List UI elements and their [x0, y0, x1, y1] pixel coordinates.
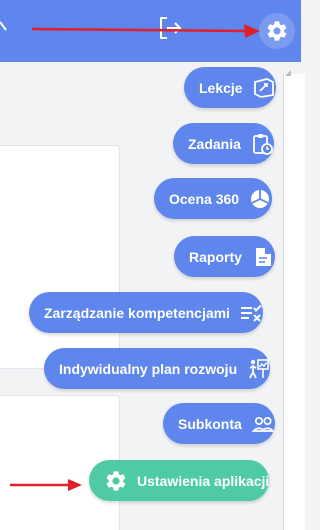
annotation-arrow [10, 479, 82, 491]
menu-panel [283, 74, 305, 530]
partial-icon [0, 21, 7, 31]
annotation-arrow [31, 24, 260, 38]
menu-item-raporty[interactable]: Raporty [174, 236, 275, 277]
menu-item-ocena-360[interactable]: Ocena 360 [154, 178, 273, 219]
menu-item-label: Ustawienia aplikacji [137, 472, 270, 489]
menu-item-subkonta[interactable]: Subkonta [163, 403, 275, 444]
menu-item-label: Raporty [189, 248, 242, 265]
menu-item-label: Subkonta [178, 415, 242, 432]
users-icon [251, 416, 275, 432]
menu-item-zadania[interactable]: Zadania [173, 123, 274, 164]
menu-item-label: Zarządzanie kompetencjami [44, 304, 230, 321]
gear-icon [106, 470, 126, 491]
menu-item-indywidualny-plan-rozwoju[interactable]: Indywidualny plan rozwoju [44, 348, 271, 389]
menu-item-label: Ocena 360 [169, 190, 240, 207]
pie-chart-icon [251, 189, 270, 208]
content-card [0, 145, 120, 369]
menu-item-label: Zadania [188, 135, 241, 152]
menu-item-ustawienia-aplikacji[interactable]: Ustawienia aplikacji [89, 460, 270, 501]
lesson-icon [253, 77, 274, 98]
menu-item-label: Lekcje [199, 79, 243, 96]
checklist-icon [240, 304, 262, 322]
gear-icon [267, 21, 287, 41]
report-document-icon [255, 247, 271, 266]
clipboard-clock-icon [253, 133, 273, 155]
menu-item-label: Indywidualny plan rozwoju [59, 360, 238, 377]
menu-item-zarzadzanie-kompetencjami[interactable]: Zarządzanie kompetencjami [29, 292, 263, 333]
development-plan-icon [249, 358, 269, 378]
panel-corner [285, 70, 291, 76]
menu-item-lekcje[interactable]: Lekcje [184, 67, 276, 108]
settings-button[interactable] [259, 13, 295, 49]
